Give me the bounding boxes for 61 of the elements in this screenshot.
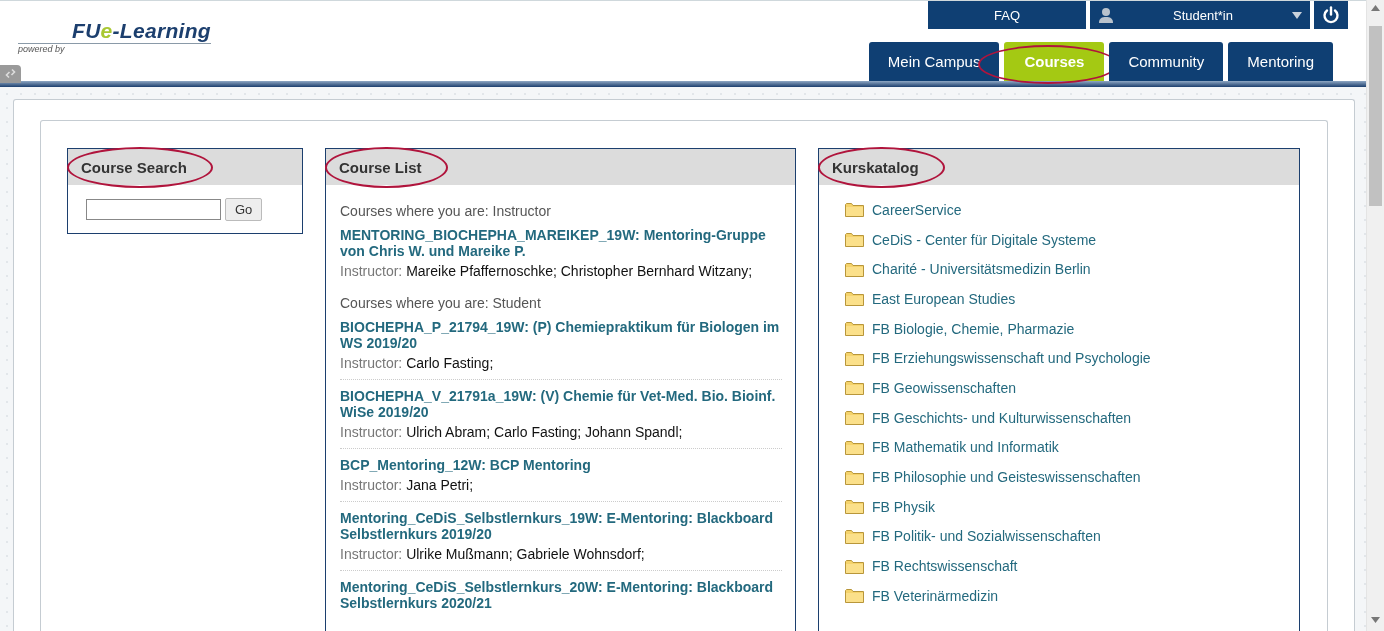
group-heading: Courses where you are: Instructor (340, 203, 552, 219)
instructor-line: Instructor: Ulrike Mußmann; Gabriele Wohnsdorf; (340, 546, 646, 562)
panel-title: Kurskatalog (832, 158, 919, 176)
folder-icon (845, 261, 864, 277)
scroll-thumb[interactable] (1369, 26, 1382, 206)
link-icon[interactable] (0, 64, 21, 83)
course-link[interactable]: BIOCHEPHA_P_21794_19W: (P) Chemiepraktikum für Biologen im WS 2019/20 (340, 319, 782, 351)
folder-icon (845, 232, 864, 248)
scroll-up-icon[interactable] (1371, 5, 1380, 11)
dropdown-caret-icon (1292, 11, 1302, 19)
catalog-link[interactable]: FB Physik (872, 498, 935, 515)
search-field[interactable] (86, 199, 221, 220)
course-link[interactable]: Mentoring_CeDiS_Selbstlernkurs_20W: E-Mentoring: Blackboard Selbstlernkurs 2020/21 (340, 579, 782, 611)
user-icon (1098, 7, 1114, 23)
panel-title: Course Search (81, 158, 187, 176)
folder-icon (845, 291, 864, 307)
user-menu[interactable]: Student*in (1090, 1, 1310, 29)
catalog-link[interactable]: Charité - Universitätsmedizin Berlin (872, 261, 1091, 278)
scroll-down-icon[interactable] (1371, 617, 1380, 623)
catalog-link[interactable]: FB Politik- und Sozialwissenschaften (872, 528, 1101, 545)
faq-link[interactable]: FAQ (928, 1, 1086, 29)
folder-icon (845, 588, 864, 604)
panel-title: Course List (339, 158, 422, 176)
folder-icon (845, 202, 864, 218)
scrollbar[interactable] (1366, 0, 1384, 631)
course-link[interactable]: Mentoring_CeDiS_Selbstlernkurs_19W: E-Mentoring: Blackboard Selbstlernkurs 2019/20 (340, 510, 782, 542)
power-icon (1322, 6, 1340, 24)
folder-icon (845, 410, 864, 426)
catalog-link[interactable]: FB Erziehungswissenschaft und Psychologie (872, 350, 1151, 367)
catalog-link[interactable]: FB Geowissenschaften (872, 379, 1016, 396)
folder-icon (845, 380, 864, 396)
catalog-link[interactable]: FB Philosophie und Geisteswissenschaften (872, 469, 1141, 486)
catalog-link[interactable]: FB Mathematik und Informatik (872, 439, 1059, 456)
instructor-line: Instructor: Ulrich Abram; Carlo Fasting; Johann Spandl; (340, 424, 684, 440)
folder-icon (845, 558, 864, 574)
nav-tab[interactable]: Community (1109, 41, 1224, 81)
catalog-link[interactable]: FB Rechtswissenschaft (872, 558, 1018, 575)
instructor-line: Instructor: Jana Petri; (340, 477, 475, 493)
folder-icon (845, 499, 864, 515)
catalog-link[interactable]: CeDiS - Center für Digitale Systeme (872, 231, 1097, 248)
catalog-link[interactable]: FB Biologie, Chemie, Pharmazie (872, 320, 1075, 337)
power-button[interactable] (1314, 1, 1348, 29)
catalog-link[interactable]: East European Studies (872, 290, 1016, 307)
catalog-link[interactable]: FB Geschichts- und Kulturwissenschaften (872, 409, 1132, 426)
group-heading: Courses where you are: Student (340, 295, 542, 311)
folder-icon (845, 469, 864, 485)
instructor-line: Instructor: Mareike Pfaffernoschke; Christopher Bernhard Witzany; (340, 263, 754, 279)
course-link[interactable]: BCP_Mentoring_12W: BCP Mentoring (340, 457, 782, 473)
folder-icon (845, 321, 864, 337)
folder-icon (845, 528, 864, 544)
catalog-link[interactable]: FB Veterinärmedizin (872, 587, 999, 604)
course-link[interactable]: BIOCHEPHA_V_21791a_19W: (V) Chemie für Vet-Med. Bio. Bioinf. WiSe 2019/20 (340, 388, 782, 420)
logo[interactable]: FUe-Learning powered by (18, 19, 211, 55)
nav-tab[interactable]: Mentoring (1228, 41, 1333, 81)
folder-icon (845, 439, 864, 455)
go-button[interactable]: Go (225, 198, 263, 221)
course-link[interactable]: MENTORING_BIOCHEPHA_MAREIKEP_19W: Mentoring-Gruppe von Chris W. und Mareike P. (340, 227, 782, 259)
catalog-link[interactable]: CareerService (872, 201, 962, 218)
folder-icon (845, 350, 864, 366)
nav-tab[interactable]: Mein Campus (868, 41, 1000, 81)
instructor-line: Instructor: Carlo Fasting; (340, 355, 495, 371)
